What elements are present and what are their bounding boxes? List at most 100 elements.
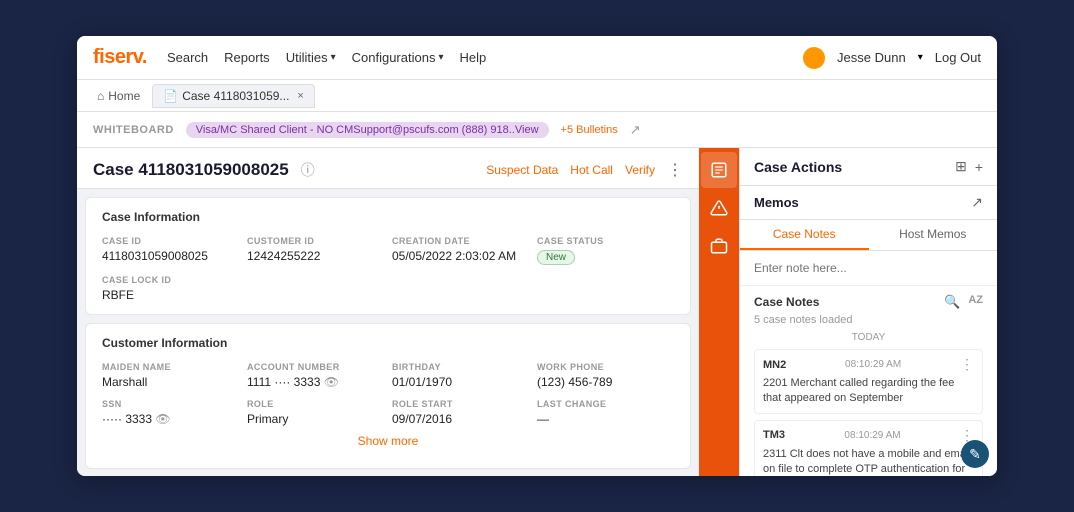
birthday-label: BIRTHDAY (392, 362, 529, 372)
case-notes-section-title: Case Notes (754, 295, 819, 309)
tab-host-memos[interactable]: Host Memos (869, 220, 998, 250)
birthday-value: 01/01/1970 (392, 375, 529, 389)
user-name[interactable]: Jesse Dunn (837, 50, 906, 65)
hot-call-link[interactable]: Hot Call (570, 163, 613, 177)
role-start-field: ROLE START 09/07/2016 (392, 399, 529, 426)
note-input-container (740, 251, 997, 286)
customer-info-grid: MAIDEN NAME Marshall ACCOUNT NUMBER 1111… (102, 362, 674, 426)
case-id-field: CASE ID 4118031059008025 (102, 236, 239, 265)
role-field: ROLE Primary (247, 399, 384, 426)
case-notes-icons: 🔍 AZ (944, 294, 983, 310)
verify-link[interactable]: Verify (625, 163, 655, 177)
customer-information-title: Customer Information (102, 336, 674, 350)
bulletins-badge[interactable]: +5 Bulletins (561, 124, 618, 136)
user-chevron-icon: ▾ (918, 52, 923, 63)
nav-configurations[interactable]: Configurations ▾ (352, 50, 444, 65)
ssn-field: SSN ····· 3333 👁 (102, 399, 239, 426)
whiteboard-badge[interactable]: Visa/MC Shared Client - NO CMSupport@psc… (186, 122, 549, 138)
external-link-icon[interactable]: ↗ (630, 122, 641, 138)
nav-links: Search Reports Utilities ▾ Configuration… (167, 50, 803, 65)
note-time: 08:10:29 AM (845, 359, 901, 370)
logout-button[interactable]: Log Out (935, 50, 981, 65)
whiteboard-label: WHITEBOARD (93, 124, 174, 136)
sidebar-tools-icon[interactable] (701, 228, 737, 264)
tab-case[interactable]: 📄 Case 4118031059... × (152, 84, 315, 108)
sort-az-icon[interactable]: AZ (968, 294, 983, 310)
case-id-label: CASE ID (102, 236, 239, 246)
case-info-grid: CASE ID 4118031059008025 CUSTOMER ID 124… (102, 236, 674, 302)
maiden-name-label: MAIDEN NAME (102, 362, 239, 372)
top-nav: fiserv. Search Reports Utilities ▾ Confi… (77, 36, 997, 80)
ssn-eye-icon[interactable]: 👁 (155, 412, 170, 426)
nav-help[interactable]: Help (459, 50, 486, 65)
panel-add-icon[interactable]: + (975, 159, 983, 175)
note-author: MN2 (763, 359, 786, 371)
note-more-icon[interactable]: ⋮ (960, 356, 974, 373)
last-change-field: LAST CHANGE — (537, 399, 674, 426)
case-lock-id-value: RBFE (102, 288, 239, 302)
note-author: TM3 (763, 429, 785, 441)
work-phone-label: WORK PHONE (537, 362, 674, 372)
role-start-label: ROLE START (392, 399, 529, 409)
case-status-field: CASE STATUS New (537, 236, 674, 265)
note-time: 08:10:29 AM (844, 430, 900, 441)
suspect-data-link[interactable]: Suspect Data (486, 163, 558, 177)
memos-external-link-icon[interactable]: ↗ (971, 194, 983, 211)
nav-search[interactable]: Search (167, 50, 208, 65)
fiserv-logo: fiserv. (93, 46, 147, 69)
right-panel-header: Case Actions ⊞ + (740, 148, 997, 186)
nav-reports[interactable]: Reports (224, 50, 270, 65)
case-lock-id-label: CASE LOCK ID (102, 275, 239, 285)
note-text: 2201 Merchant called regarding the fee t… (763, 376, 974, 407)
nav-utilities[interactable]: Utilities ▾ (286, 50, 336, 65)
case-lock-id-field: CASE LOCK ID RBFE (102, 275, 239, 302)
ssn-value: ····· 3333 👁 (102, 412, 239, 426)
right-panel-icons: ⊞ + (955, 158, 983, 175)
right-panel: Case Actions ⊞ + Memos ↗ Case Notes Host… (739, 148, 997, 476)
account-number-eye-icon[interactable]: 👁 (324, 375, 339, 389)
creation-date-field: CREATION DATE 05/05/2022 2:03:02 AM (392, 236, 529, 265)
note-item: TM3 08:10:29 AM ⋮ 2311 Clt does not have… (754, 420, 983, 476)
creation-date-label: CREATION DATE (392, 236, 529, 246)
case-actions-row: Suspect Data Hot Call Verify ⋮ (486, 160, 683, 180)
work-phone-value: (123) 456-789 (537, 375, 674, 389)
show-more-button[interactable]: Show more (102, 426, 674, 456)
tab-bar: ⌂ Home 📄 Case 4118031059... × (77, 80, 997, 112)
add-note-fab-button[interactable]: ✎ (961, 440, 989, 468)
account-number-label: ACCOUNT NUMBER (247, 362, 384, 372)
home-icon: ⌂ (97, 89, 104, 103)
memos-header: Memos ↗ (740, 186, 997, 220)
note-input[interactable] (754, 261, 983, 275)
case-notes-header: Case Notes 🔍 AZ (754, 294, 983, 310)
case-title: Case 4118031059008025 (93, 160, 289, 180)
note-item-header: MN2 08:10:29 AM ⋮ (763, 356, 974, 373)
birthday-field: BIRTHDAY 01/01/1970 (392, 362, 529, 389)
maiden-name-field: MAIDEN NAME Marshall (102, 362, 239, 389)
panel-expand-icon[interactable]: ⊞ (955, 158, 967, 175)
user-avatar (803, 47, 825, 69)
customer-information-card: Customer Information MAIDEN NAME Marshal… (85, 323, 691, 469)
last-change-label: LAST CHANGE (537, 399, 674, 409)
notes-loaded-count: 5 case notes loaded (754, 314, 983, 326)
tab-close-button[interactable]: × (297, 90, 303, 102)
customer-id-label: CUSTOMER ID (247, 236, 384, 246)
case-id-value: 4118031059008025 (102, 249, 239, 263)
account-number-value: 1111 ···· 3333 👁 (247, 375, 384, 389)
more-options-icon[interactable]: ⋮ (667, 160, 683, 180)
last-change-value: — (537, 412, 674, 426)
main-content: Case 4118031059008025 ⓘ Suspect Data Hot… (77, 148, 997, 476)
tab-home[interactable]: ⌂ Home (89, 85, 148, 107)
sidebar-icons (699, 148, 739, 476)
memos-title: Memos (754, 195, 799, 210)
case-actions-title: Case Actions (754, 159, 842, 175)
info-icon[interactable]: ⓘ (301, 160, 315, 180)
case-status-label: CASE STATUS (537, 236, 674, 246)
account-number-field: ACCOUNT NUMBER 1111 ···· 3333 👁 (247, 362, 384, 389)
search-icon[interactable]: 🔍 (944, 294, 960, 310)
date-divider-today: TODAY (754, 332, 983, 343)
case-header: Case 4118031059008025 ⓘ Suspect Data Hot… (77, 148, 699, 189)
sidebar-alert-icon[interactable] (701, 190, 737, 226)
tab-case-notes[interactable]: Case Notes (740, 220, 869, 250)
customer-id-value: 12424255222 (247, 249, 384, 263)
sidebar-case-icon[interactable] (701, 152, 737, 188)
